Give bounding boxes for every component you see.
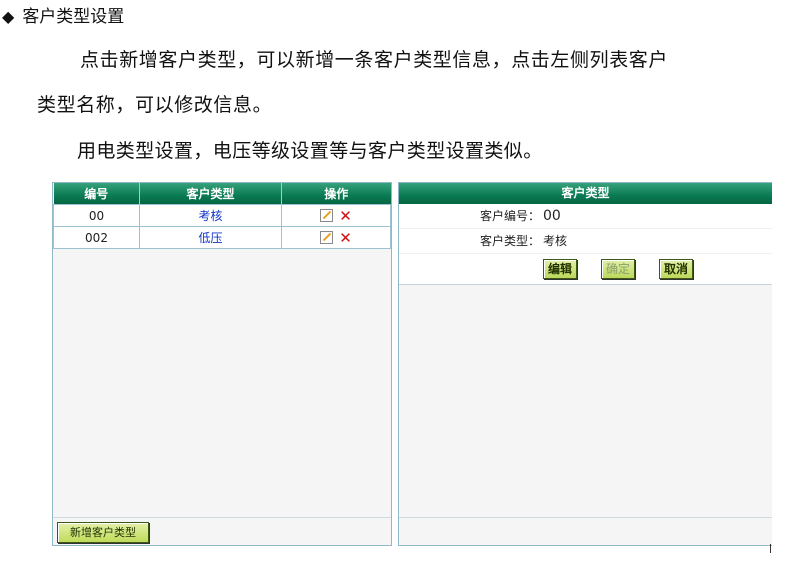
table-row: 002 低压 ✕ bbox=[53, 226, 391, 249]
add-customer-type-button[interactable]: 新增客户类型 bbox=[57, 522, 149, 543]
edit-icon[interactable] bbox=[320, 231, 334, 244]
cancel-button[interactable]: 取消 bbox=[659, 259, 694, 279]
row-type-link[interactable]: 考核 bbox=[139, 204, 282, 227]
confirm-button[interactable]: 确定 bbox=[601, 259, 636, 279]
code-value: 00 bbox=[543, 208, 561, 224]
customer-type-detail-panel: 客户类型 客户编号： 00 客户类型： 考核 编辑 确定 取消 bbox=[398, 182, 772, 546]
detail-title: 客户类型 bbox=[399, 183, 772, 204]
column-header-code: 编号 bbox=[53, 183, 140, 205]
edit-button[interactable]: 编辑 bbox=[543, 259, 578, 279]
detail-footer bbox=[399, 517, 772, 545]
row-type-link[interactable]: 低压 bbox=[139, 226, 282, 249]
text-cursor bbox=[770, 544, 771, 553]
customer-type-screenshot: 编号 客户类型 操作 00 考核 ✕ 002 低压 ✕ 新增客户类型 客户类型 … bbox=[52, 182, 772, 552]
table-row: 00 考核 ✕ bbox=[53, 204, 391, 227]
type-value: 考核 bbox=[543, 234, 568, 248]
customer-type-table: 编号 客户类型 操作 00 考核 ✕ 002 低压 ✕ bbox=[53, 183, 391, 249]
edit-icon[interactable] bbox=[320, 209, 334, 222]
detail-form: 客户编号： 00 客户类型： 考核 编辑 确定 取消 bbox=[399, 204, 772, 285]
diamond-bullet-icon: ◆ bbox=[2, 7, 15, 26]
table-header-row: 编号 客户类型 操作 bbox=[53, 183, 391, 205]
column-header-type: 客户类型 bbox=[139, 183, 282, 205]
paragraph-3: 用电类型设置，电压等级设置等与客户类型设置类似。 bbox=[77, 140, 543, 162]
column-header-actions: 操作 bbox=[281, 183, 391, 205]
row-actions: ✕ bbox=[281, 226, 391, 249]
delete-icon[interactable]: ✕ bbox=[339, 207, 352, 225]
delete-icon[interactable]: ✕ bbox=[339, 229, 352, 247]
row-code: 00 bbox=[53, 204, 140, 227]
customer-type-list-panel: 编号 客户类型 操作 00 考核 ✕ 002 低压 ✕ 新增客户类型 bbox=[52, 182, 392, 546]
paragraph-1: 点击新增客户类型，可以新增一条客户类型信息，点击左侧列表客户 bbox=[80, 49, 669, 71]
list-footer: 新增客户类型 bbox=[53, 517, 391, 545]
code-label: 客户编号： bbox=[479, 209, 540, 223]
form-button-row: 编辑 确定 取消 bbox=[399, 254, 772, 284]
section-heading-text: 客户类型设置 bbox=[22, 7, 125, 27]
section-heading: ◆ 客户类型设置 bbox=[2, 2, 124, 27]
paragraph-2: 类型名称，可以修改信息。 bbox=[37, 94, 273, 116]
type-row: 客户类型： 考核 bbox=[399, 229, 772, 254]
type-label: 客户类型： bbox=[479, 234, 540, 248]
row-actions: ✕ bbox=[281, 204, 391, 227]
code-row: 客户编号： 00 bbox=[399, 204, 772, 229]
row-code: 002 bbox=[53, 226, 140, 249]
